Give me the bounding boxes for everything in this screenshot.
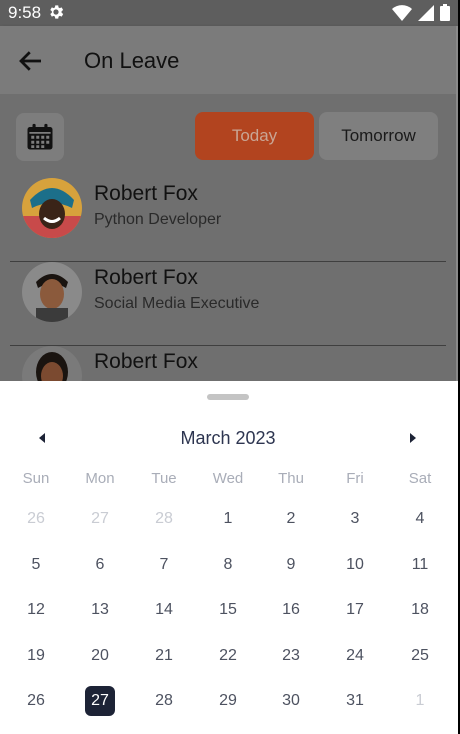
status-time: 9:58 <box>8 3 42 22</box>
calendar-button[interactable] <box>16 113 64 161</box>
employee-role: Python Developer <box>94 211 222 228</box>
calendar-bottom-sheet: March 2023 Sun Mon Tue Wed Thu Fri Sat 26 27 28 1… <box>0 381 458 734</box>
calendar-day[interactable]: 16 <box>259 590 323 630</box>
signal-icon <box>418 4 434 21</box>
calendar-day[interactable]: 3 <box>323 499 387 539</box>
calendar-day[interactable]: 17 <box>323 590 387 630</box>
calendar-day[interactable]: 23 <box>259 636 323 676</box>
calendar-day[interactable]: 8 <box>196 545 260 585</box>
month-title: March 2023 <box>180 428 276 448</box>
calendar-day[interactable]: 25 <box>388 636 452 676</box>
page-title: On Leave <box>84 48 180 73</box>
calendar-day[interactable]: 15 <box>196 590 260 630</box>
calendar-day[interactable]: 30 <box>259 681 323 721</box>
calendar-day[interactable]: 29 <box>196 681 260 721</box>
employee-row[interactable]: Robert Fox Python Developer <box>10 178 446 262</box>
calendar-day[interactable]: 4 <box>388 499 452 539</box>
calendar-day[interactable]: 18 <box>388 590 452 630</box>
next-month-icon[interactable] <box>401 427 425 449</box>
calendar-day[interactable]: 20 <box>68 636 132 676</box>
weekday-label: Sat <box>408 470 432 487</box>
employee-name: Robert Fox <box>94 266 198 289</box>
weekday-label: Tue <box>151 470 177 487</box>
weekday-label: Mon <box>85 470 115 487</box>
calendar-day[interactable]: 9 <box>259 545 323 585</box>
avatar <box>22 178 82 238</box>
calendar-day[interactable]: 10 <box>323 545 387 585</box>
previous-month-icon[interactable] <box>30 427 54 449</box>
employee-role: Social Media Executive <box>94 295 260 312</box>
calendar-day[interactable]: 26 <box>4 499 68 539</box>
avatar <box>22 262 82 322</box>
settings-icon <box>50 5 64 19</box>
weekday-label: Sun <box>22 470 50 487</box>
calendar-day[interactable]: 28 <box>132 681 196 721</box>
calendar-day[interactable]: 22 <box>196 636 260 676</box>
calendar-day[interactable]: 12 <box>4 590 68 630</box>
calendar-day[interactable]: 6 <box>68 545 132 585</box>
calendar-day[interactable]: 21 <box>132 636 196 676</box>
calendar-day-selected[interactable]: 27 <box>68 681 132 721</box>
calendar-day[interactable]: 26 <box>4 681 68 721</box>
calendar-day[interactable]: 11 <box>388 545 452 585</box>
calendar-day[interactable]: 14 <box>132 590 196 630</box>
status-icons <box>392 4 450 21</box>
employee-name: Robert Fox <box>94 350 198 373</box>
calendar-day[interactable]: 7 <box>132 545 196 585</box>
employee-name: Robert Fox <box>94 182 198 205</box>
weekday-label: Wed <box>212 470 244 487</box>
page-body: Today Tomorrow Robert Fox Python Develop… <box>0 94 458 406</box>
wifi-icon <box>392 4 412 21</box>
weekday-label: Fri <box>346 470 364 487</box>
calendar-day[interactable]: 1 <box>388 681 452 721</box>
calendar-icon <box>27 123 53 150</box>
weekday-label: Thu <box>278 470 304 487</box>
status-bar: 9:58 <box>0 0 458 26</box>
calendar-day[interactable]: 19 <box>4 636 68 676</box>
calendar-day[interactable]: 1 <box>196 499 260 539</box>
calendar-day[interactable]: 24 <box>323 636 387 676</box>
tomorrow-tab[interactable]: Tomorrow <box>319 112 438 160</box>
calendar-day[interactable]: 28 <box>132 499 196 539</box>
drag-handle[interactable] <box>207 394 249 400</box>
battery-icon <box>440 4 450 21</box>
screen: 9:58 On Leave Today Tomorrow Robert Fox … <box>0 0 458 734</box>
today-tab[interactable]: Today <box>195 112 314 160</box>
calendar-day[interactable]: 13 <box>68 590 132 630</box>
employee-row[interactable]: Robert Fox Social Media Executive <box>10 262 446 346</box>
calendar-day[interactable]: 2 <box>259 499 323 539</box>
back-arrow-icon[interactable] <box>16 46 46 76</box>
calendar-day[interactable]: 5 <box>4 545 68 585</box>
calendar-day[interactable]: 27 <box>68 499 132 539</box>
calendar-day[interactable]: 31 <box>323 681 387 721</box>
app-bar: On Leave <box>0 26 458 94</box>
